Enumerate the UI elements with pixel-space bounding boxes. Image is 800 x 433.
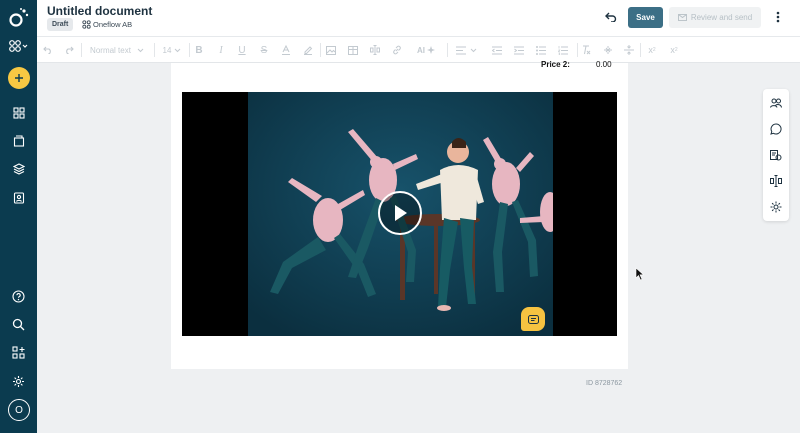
- mail-icon: [677, 14, 687, 21]
- document-id: ID 8728762: [586, 380, 623, 387]
- line-break-icon[interactable]: [602, 42, 614, 58]
- indent-icon[interactable]: [513, 42, 525, 58]
- align-left-icon[interactable]: [455, 42, 477, 58]
- undo-arrow-icon: [605, 12, 617, 22]
- toolbar-separator: [189, 43, 190, 57]
- avatar-initial: O: [15, 404, 23, 416]
- underline-icon[interactable]: U: [236, 42, 248, 58]
- apps-icon[interactable]: [0, 34, 37, 58]
- video-embed[interactable]: [182, 92, 617, 336]
- formatting-toolbar: Normal text 14 B I U S AI x 2 x 2: [37, 36, 800, 63]
- chevron-down-icon: [470, 48, 476, 52]
- templates-icon[interactable]: [0, 157, 37, 181]
- document-details-icon[interactable]: [763, 145, 789, 165]
- toolbar-separator: [154, 43, 155, 57]
- company-label: Oneflow AB: [82, 18, 132, 31]
- document-page[interactable]: Price 2: 0.00: [171, 60, 628, 369]
- toolbar-separator: [447, 43, 448, 57]
- contacts-icon[interactable]: [0, 186, 37, 210]
- form-field-icon[interactable]: [369, 42, 381, 58]
- italic-icon[interactable]: I: [215, 42, 227, 58]
- marketplace-icon[interactable]: [0, 340, 37, 364]
- document-header: Untitled document Draft Oneflow AB Save …: [37, 0, 800, 36]
- subscript-icon[interactable]: x2: [668, 42, 680, 58]
- font-size-select[interactable]: 14: [160, 42, 184, 58]
- help-icon[interactable]: [0, 284, 37, 308]
- toolbar-separator: [81, 43, 82, 57]
- price-value: 0.00: [596, 60, 612, 69]
- add-icon[interactable]: [8, 67, 30, 89]
- clear-format-icon[interactable]: [580, 42, 592, 58]
- chevron-down-icon: [137, 48, 144, 52]
- status-badge: Draft: [47, 18, 74, 31]
- play-icon[interactable]: [378, 191, 422, 235]
- save-button[interactable]: Save: [628, 7, 663, 28]
- text-color-icon[interactable]: [280, 42, 292, 58]
- right-side-panel: [763, 89, 789, 221]
- content-blocks-icon[interactable]: [763, 171, 789, 191]
- review-and-send-label: Review and send: [690, 13, 753, 22]
- comments-icon[interactable]: [763, 119, 789, 139]
- price-label: Price 2:: [541, 60, 570, 69]
- image-icon[interactable]: [325, 42, 337, 58]
- font-size-value: 14: [162, 45, 172, 55]
- search-icon[interactable]: [0, 312, 37, 336]
- strikethrough-icon[interactable]: S: [258, 42, 270, 58]
- divider-icon[interactable]: [623, 42, 635, 58]
- toolbar-separator: [640, 43, 641, 57]
- documents-icon[interactable]: [0, 129, 37, 153]
- document-settings-icon[interactable]: [763, 197, 789, 217]
- participants-icon[interactable]: [763, 93, 789, 113]
- sparkle-icon: [427, 46, 435, 54]
- dashboard-icon[interactable]: [0, 101, 37, 125]
- bold-icon[interactable]: B: [193, 42, 205, 58]
- outdent-icon[interactable]: [491, 42, 503, 58]
- text-style-value: Normal text: [90, 45, 131, 55]
- toolbar-separator: [577, 43, 578, 57]
- review-and-send-button[interactable]: Review and send: [669, 7, 761, 28]
- link-icon[interactable]: [391, 42, 403, 58]
- toolbar-separator: [320, 43, 321, 57]
- numbered-list-icon[interactable]: [557, 42, 569, 58]
- highlight-icon[interactable]: [302, 42, 314, 58]
- redo-icon[interactable]: [63, 42, 75, 58]
- left-sidebar: O: [0, 0, 37, 433]
- oneflow-logo-icon[interactable]: [0, 5, 37, 29]
- user-avatar[interactable]: O: [8, 399, 30, 421]
- undo-icon[interactable]: [42, 42, 54, 58]
- undo-changes-button[interactable]: [603, 9, 619, 25]
- document-title[interactable]: Untitled document: [47, 4, 152, 18]
- text-style-select[interactable]: Normal text: [87, 42, 147, 58]
- superscript-icon[interactable]: x2: [646, 42, 658, 58]
- ai-assist-label: AI: [417, 45, 425, 55]
- mouse-cursor-icon: [635, 267, 645, 281]
- company-name: Oneflow AB: [93, 20, 133, 29]
- more-options-icon[interactable]: [771, 9, 785, 25]
- settings-icon[interactable]: [0, 369, 37, 393]
- table-icon[interactable]: [347, 42, 359, 58]
- company-icon: [82, 20, 91, 29]
- bullet-list-icon[interactable]: [535, 42, 547, 58]
- chevron-down-icon: [175, 48, 181, 52]
- ai-assist-icon[interactable]: AI: [415, 42, 437, 58]
- chat-bubble-icon[interactable]: [521, 307, 545, 331]
